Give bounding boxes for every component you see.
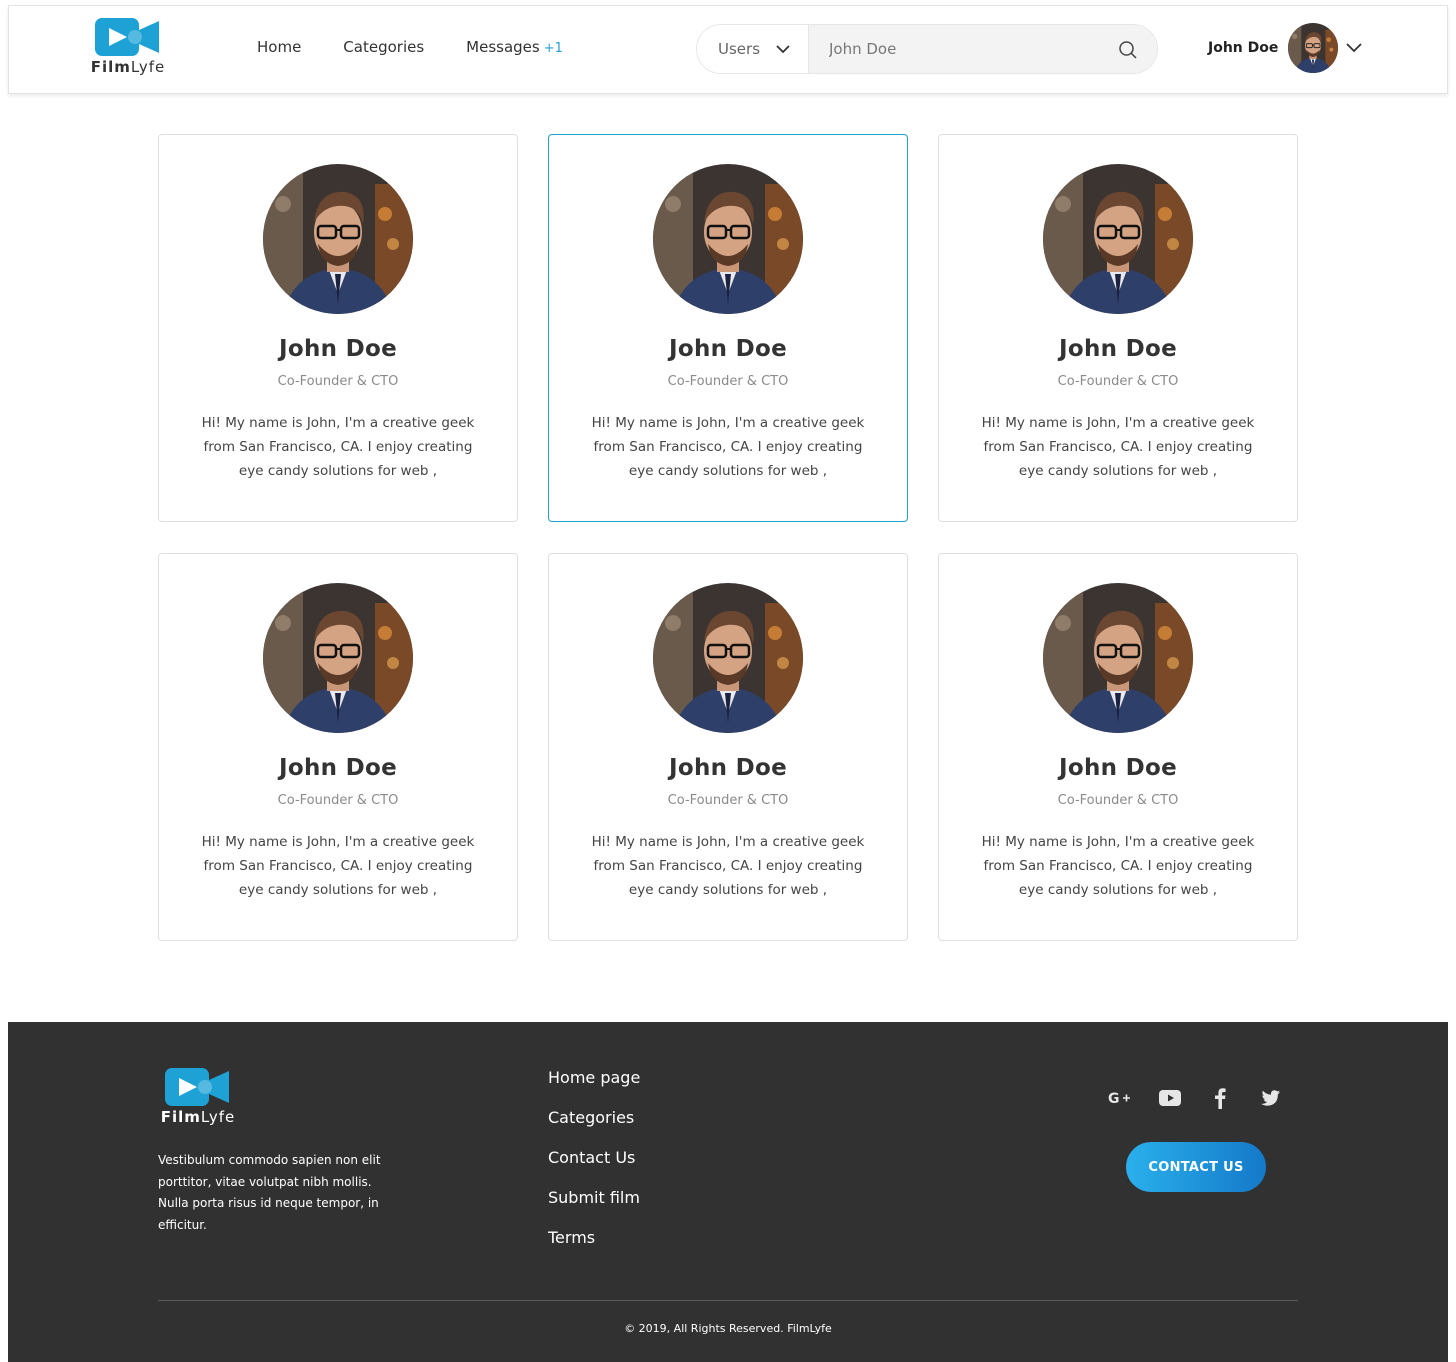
nav-item-home[interactable]: Home (257, 38, 301, 56)
nav-item-categories[interactable]: Categories (343, 38, 424, 56)
user-card-bio: Hi! My name is John, I'm a creative geek… (981, 415, 1255, 479)
google-plus-icon[interactable]: G (1108, 1088, 1132, 1108)
contact-us-button[interactable]: CONTACT US (1126, 1142, 1266, 1192)
nav-item-messages[interactable]: Messages +1 (466, 38, 563, 56)
footer-link-contact[interactable]: Contact Us (548, 1148, 640, 1188)
user-card-name: John Doe (278, 755, 397, 781)
user-card-avatar (653, 583, 803, 733)
chevron-down-icon (776, 44, 790, 53)
footer-brand-name: FilmLyfe (160, 1108, 236, 1126)
chevron-down-icon[interactable] (1346, 43, 1363, 53)
copyright-text: © 2019, All Rights Reserved. FilmLyfe (624, 1322, 832, 1335)
user-card-name: John Doe (668, 336, 787, 362)
user-card-role: Co-Founder & CTO (277, 374, 399, 389)
user-card-avatar (1043, 164, 1193, 314)
search-input[interactable] (809, 25, 1157, 73)
user-card-role: Co-Founder & CTO (667, 793, 789, 808)
footer-link-categories[interactable]: Categories (548, 1108, 640, 1148)
user-card-name: John Doe (668, 755, 787, 781)
user-card-role: Co-Founder & CTO (1057, 793, 1179, 808)
search-input-wrapper (809, 25, 1157, 73)
svg-text:G: G (1108, 1091, 1120, 1106)
user-avatar[interactable] (1288, 23, 1338, 73)
user-card[interactable]: John Doe Co-Founder & CTO Hi! My name is… (158, 553, 518, 941)
user-card-name: John Doe (1058, 336, 1177, 362)
user-card-name: John Doe (1058, 755, 1177, 781)
nav-item-messages-label: Messages (466, 38, 540, 56)
footer-link-submit-film[interactable]: Submit film (548, 1188, 640, 1228)
footer: FilmLyfe Vestibulum commodo sapien non e… (8, 1022, 1448, 1362)
user-card[interactable]: John Doe Co-Founder & CTO Hi! My name is… (938, 553, 1298, 941)
user-card-bio: Hi! My name is John, I'm a creative geek… (591, 834, 865, 898)
footer-links: Home page Categories Contact Us Submit f… (548, 1068, 640, 1268)
search-category-select[interactable]: Users (697, 25, 809, 73)
search-icon[interactable] (1118, 40, 1138, 60)
messages-badge: +1 (543, 41, 563, 56)
user-card-avatar (1043, 583, 1193, 733)
social-links: G (1108, 1088, 1282, 1109)
footer-logo[interactable]: FilmLyfe (158, 1068, 238, 1126)
top-navbar: FilmLyfe Home Categories Messages +1 User… (8, 5, 1448, 94)
user-card-bio: Hi! My name is John, I'm a creative geek… (981, 834, 1255, 898)
youtube-icon[interactable] (1158, 1088, 1182, 1108)
user-card-bio: Hi! My name is John, I'm a creative geek… (201, 415, 475, 479)
footer-about-text: Vestibulum commodo sapien non elit portt… (158, 1153, 381, 1232)
footer-divider (158, 1300, 1298, 1301)
footer-link-terms[interactable]: Terms (548, 1228, 640, 1268)
footer-link-home[interactable]: Home page (548, 1068, 640, 1108)
user-card-bio: Hi! My name is John, I'm a creative geek… (201, 834, 475, 898)
facebook-icon[interactable] (1208, 1088, 1232, 1109)
user-cards-grid: John Doe Co-Founder & CTO Hi! My name is… (158, 134, 1298, 941)
user-card-role: Co-Founder & CTO (277, 793, 399, 808)
main-nav: Home Categories Messages +1 (257, 38, 563, 56)
video-camera-icon (95, 18, 161, 56)
user-card-role: Co-Founder & CTO (667, 374, 789, 389)
user-card[interactable]: John Doe Co-Founder & CTO Hi! My name is… (158, 134, 518, 522)
user-card-bio: Hi! My name is John, I'm a creative geek… (591, 415, 865, 479)
user-card-avatar (653, 164, 803, 314)
user-card-avatar (263, 583, 413, 733)
user-menu[interactable]: John Doe (1208, 23, 1363, 73)
user-name: John Doe (1208, 40, 1279, 56)
video-camera-icon (165, 1068, 231, 1106)
user-card[interactable]: John Doe Co-Founder & CTO Hi! My name is… (548, 553, 908, 941)
search-bar: Users (696, 24, 1158, 74)
user-card[interactable]: John Doe Co-Founder & CTO Hi! My name is… (548, 134, 908, 522)
brand-logo[interactable]: FilmLyfe (87, 18, 169, 76)
twitter-icon[interactable] (1258, 1088, 1282, 1108)
user-card-role: Co-Founder & CTO (1057, 374, 1179, 389)
user-card-name: John Doe (278, 336, 397, 362)
brand-name: FilmLyfe (90, 58, 166, 76)
search-category-label: Users (718, 40, 761, 58)
user-card-avatar (263, 164, 413, 314)
user-card[interactable]: John Doe Co-Founder & CTO Hi! My name is… (938, 134, 1298, 522)
